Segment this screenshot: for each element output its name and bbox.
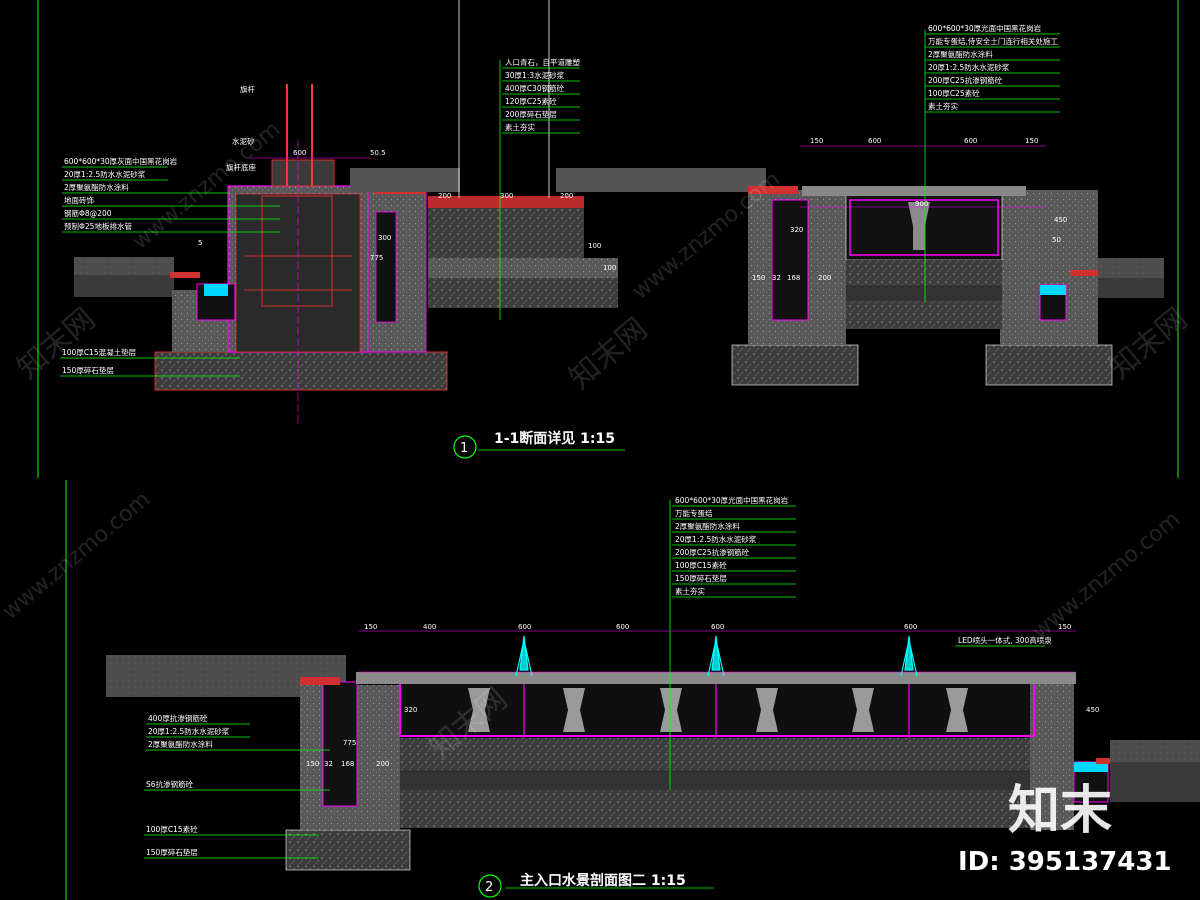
note: 素土夯实 bbox=[675, 586, 705, 596]
dim: 50.5 bbox=[370, 149, 386, 157]
section-number: 1 bbox=[460, 441, 468, 456]
watermark-brand: 知末网 bbox=[563, 311, 654, 396]
dim: 150 bbox=[1025, 137, 1038, 145]
ground-strip bbox=[74, 257, 174, 275]
dim: 32 bbox=[772, 274, 781, 282]
note: 400厚C30钢筋砼 bbox=[505, 83, 565, 93]
note: 素土夯实 bbox=[928, 101, 958, 111]
note: 20厚1:2.5防水水泥砂浆 bbox=[148, 726, 230, 736]
section1-notes-right: 600*600*30厚光面中国黑花岗岩 万能专蛋结,侍安全土门连行相关处施工 2… bbox=[928, 23, 1058, 111]
note: 150厚碎石垫层 bbox=[146, 847, 198, 857]
note: 150厚碎石垫层 bbox=[62, 365, 114, 375]
note: 20厚1:2.5防水水泥砂浆 bbox=[675, 534, 757, 544]
dim: 320 bbox=[404, 706, 417, 714]
dim: 900 bbox=[915, 200, 928, 208]
section1-title-block: 1 1-1断面详见 1:15 bbox=[453, 430, 615, 459]
watermark-site: www.znzmo.com bbox=[1028, 507, 1185, 645]
note: 20厚1:2.5防水水泥砂浆 bbox=[928, 62, 1010, 72]
note: 100厚C15素砼 bbox=[675, 560, 727, 570]
note: 地面砖饰 bbox=[64, 195, 94, 205]
dim: 200 bbox=[818, 274, 831, 282]
dim: 600 bbox=[616, 623, 629, 631]
note: 2厚聚氨酯防水涂料 bbox=[64, 182, 129, 192]
dim: 300 bbox=[500, 192, 513, 200]
note: 钢筋Φ8@200 bbox=[64, 208, 112, 218]
dim: 100 bbox=[603, 264, 616, 272]
dim: 168 bbox=[787, 274, 800, 282]
note: S6抗渗钢筋砼 bbox=[146, 779, 194, 789]
dim: 450 bbox=[1054, 216, 1067, 224]
dim: 300 bbox=[378, 234, 391, 242]
section-title: 主入口水景剖面图二 1:15 bbox=[520, 872, 686, 889]
note: 万能专蛋结 bbox=[675, 508, 713, 518]
note: 600*600*30厚光面中国黑花岗岩 bbox=[928, 23, 1042, 33]
watermark-site: www.znzmo.com bbox=[0, 487, 155, 625]
note: 20厚1:2.5防水水泥砂浆 bbox=[64, 169, 146, 179]
dim: 168 bbox=[341, 760, 354, 768]
dim: 150 bbox=[306, 760, 319, 768]
section-number: 2 bbox=[485, 880, 493, 895]
section2-notes-top: 600*600*30厚光面中国黑花岗岩 万能专蛋结 2厚聚氨酯防水涂料 20厚1… bbox=[675, 495, 789, 596]
id-label: ID: 395137431 bbox=[958, 847, 1172, 877]
note: 预制Φ25地板排水管 bbox=[64, 221, 132, 231]
dim: 600 bbox=[711, 623, 724, 631]
dim: 600 bbox=[293, 149, 306, 157]
dim: 775 bbox=[343, 739, 356, 747]
logo-text: 知末 bbox=[1008, 781, 1112, 841]
section2-title-block: 2 主入口水景剖面图二 1:15 bbox=[478, 872, 686, 898]
cad-drawing: 600*600*30厚灰面中国黑花岗岩 20厚1:2.5防水水泥砂浆 2厚聚氨酯… bbox=[0, 0, 1200, 900]
dim: 150 bbox=[364, 623, 377, 631]
note: 200厚C25抗渗钢筋砼 bbox=[928, 75, 1003, 85]
watermark-brand: 知末网 bbox=[1103, 301, 1194, 386]
dim: 150 bbox=[752, 274, 765, 282]
note: 400厚抗渗钢筋砼 bbox=[148, 713, 208, 723]
dim: 200 bbox=[376, 760, 389, 768]
dim: 50 bbox=[1052, 236, 1061, 244]
section-title: 1-1断面详见 1:15 bbox=[494, 430, 615, 447]
dim: 400 bbox=[423, 623, 436, 631]
section2-notes-left: 400厚抗渗钢筋砼 20厚1:2.5防水水泥砂浆 2厚聚氨酯防水涂料 S6抗渗钢… bbox=[146, 713, 230, 857]
note: 2厚聚氨酯防水涂料 bbox=[675, 521, 740, 531]
note: 30厚1:3水泥砂浆 bbox=[505, 70, 565, 80]
dim: 100 bbox=[588, 242, 601, 250]
dim: 600 bbox=[518, 623, 531, 631]
note: 万能专蛋结,侍安全土门连行相关处施工 bbox=[928, 36, 1058, 46]
note: 600*600*30厚灰面中国黑花岗岩 bbox=[64, 156, 178, 166]
dim: 450 bbox=[1086, 706, 1099, 714]
dim: 775 bbox=[370, 254, 383, 262]
note: 600*600*30厚光面中国黑花岗岩 bbox=[675, 495, 789, 505]
note: 200厚C25抗渗钢筋砼 bbox=[675, 547, 750, 557]
note: 人口青石，自平道雕塑 bbox=[505, 57, 580, 67]
note: 150厚碎石垫层 bbox=[675, 573, 727, 583]
note: 200厚碎石垫层 bbox=[505, 109, 557, 119]
note: 100厚C15素砼 bbox=[146, 824, 198, 834]
dim: 200 bbox=[560, 192, 573, 200]
note: 2厚聚氨酯防水涂料 bbox=[148, 739, 213, 749]
dim: 600 bbox=[868, 137, 881, 145]
dim: 600 bbox=[904, 623, 917, 631]
note: 2厚聚氨酯防水涂料 bbox=[928, 49, 993, 59]
note: 120厚C25素砼 bbox=[505, 96, 557, 106]
dim: 600 bbox=[964, 137, 977, 145]
dim: 150 bbox=[810, 137, 823, 145]
coping-stone bbox=[170, 272, 200, 278]
dim: 32 bbox=[324, 760, 333, 768]
dim: 5 bbox=[198, 239, 202, 247]
note: 100厚C25素砼 bbox=[928, 88, 980, 98]
dim: 200 bbox=[438, 192, 451, 200]
label-flagpole: 旗杆 bbox=[240, 84, 255, 94]
dim: 320 bbox=[790, 226, 803, 234]
note: 素土夯实 bbox=[505, 122, 535, 132]
